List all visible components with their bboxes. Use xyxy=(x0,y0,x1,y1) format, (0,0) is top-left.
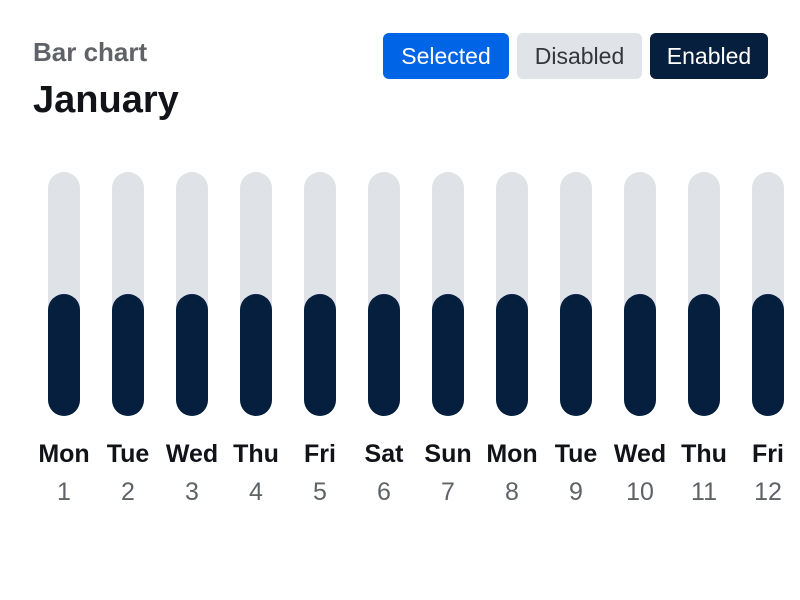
x-tick-date-label: 9 xyxy=(569,478,583,506)
bar[interactable] xyxy=(496,294,528,416)
bar[interactable] xyxy=(304,294,336,416)
x-tick-date-label: 5 xyxy=(313,478,327,506)
bar[interactable] xyxy=(112,294,144,416)
x-tick-date-label: 12 xyxy=(754,478,782,506)
bar[interactable] xyxy=(48,294,80,416)
x-tick-day-label: Tue xyxy=(107,440,150,468)
x-tick-date-label: 2 xyxy=(121,478,135,506)
x-tick-date-label: 4 xyxy=(249,478,263,506)
bar[interactable] xyxy=(240,294,272,416)
bar-chart: Mon 1 Tue 2 Wed 3 Thu 4 Fri 5 Sat 6 Sun 7 Mon 8 Tue 9 Wed 1… xyxy=(38,172,784,506)
x-tick-day-label: Wed xyxy=(166,440,218,468)
bar[interactable] xyxy=(368,294,400,416)
x-tick-day-label: Fri xyxy=(304,440,336,468)
x-tick-date-label: 6 xyxy=(377,478,391,506)
x-tick-day-label: Thu xyxy=(681,440,727,468)
x-tick-day-label: Tue xyxy=(555,440,598,468)
x-tick-day-label: Fri xyxy=(752,440,784,468)
bar[interactable] xyxy=(688,294,720,416)
x-tick-date-label: 8 xyxy=(505,478,519,506)
x-tick-date-label: 11 xyxy=(691,478,717,506)
x-tick-date-label: 10 xyxy=(626,478,654,506)
x-tick-day-label: Sat xyxy=(365,440,405,468)
x-tick-day-label: Wed xyxy=(614,440,666,468)
bar-chart-card: Bar chart January Selected Disabled Enab… xyxy=(0,0,800,600)
x-tick-date-label: 7 xyxy=(441,478,455,506)
bar[interactable] xyxy=(624,294,656,416)
bar[interactable] xyxy=(560,294,592,416)
bar[interactable] xyxy=(176,294,208,416)
bar[interactable] xyxy=(752,294,784,416)
x-tick-date-label: 1 xyxy=(57,478,71,506)
x-tick-day-label: Sun xyxy=(424,440,471,468)
x-tick-day-label: Mon xyxy=(38,440,89,468)
x-tick-date-label: 3 xyxy=(185,478,199,506)
bar[interactable] xyxy=(432,294,464,416)
x-tick-day-label: Thu xyxy=(233,440,279,468)
x-tick-day-label: Mon xyxy=(486,440,537,468)
